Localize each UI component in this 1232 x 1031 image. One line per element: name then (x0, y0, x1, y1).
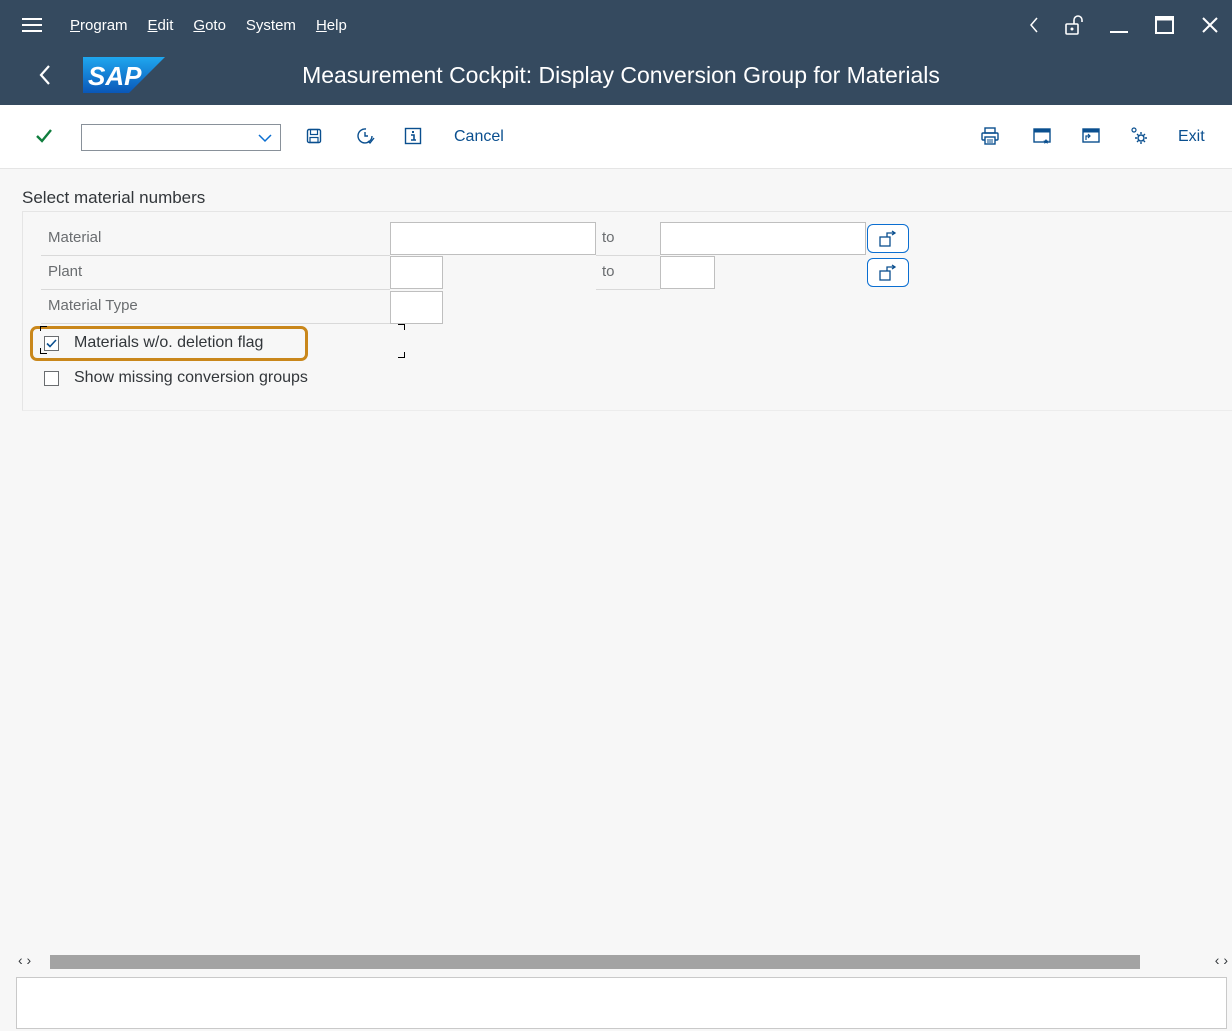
scrollbar-thumb[interactable] (50, 955, 1140, 969)
plant-from-input[interactable] (390, 256, 443, 289)
plant-label-cell: Plant (41, 256, 390, 290)
save-icon[interactable] (303, 125, 325, 147)
checkmark-icon (46, 338, 57, 348)
status-bar (16, 977, 1227, 1029)
section-title: Select material numbers (22, 188, 206, 207)
missing-groups-checkbox[interactable] (44, 370, 59, 386)
material-to-label-cell: to (596, 222, 660, 256)
minimize-icon[interactable] (1108, 14, 1130, 36)
plant-multiple-selection-button[interactable] (867, 258, 909, 287)
page-title: Measurement Cockpit: Display Conversion … (302, 62, 940, 88)
deletion-flag-checkbox[interactable] (44, 335, 59, 351)
info-icon[interactable] (402, 125, 424, 147)
material-to-label: to (602, 229, 615, 246)
chevron-down-icon[interactable] (258, 131, 272, 145)
menu-program[interactable]: Program (70, 17, 128, 34)
exit-button[interactable]: Exit (1178, 124, 1205, 150)
material-type-label-cell: Material Type (41, 290, 390, 324)
title-bar: SAP Measurement Cockpit: Display Convers… (0, 50, 1232, 105)
menu-system[interactable]: System (246, 17, 296, 34)
hamburger-menu-icon[interactable] (22, 14, 42, 36)
new-window-icon[interactable] (1031, 125, 1053, 147)
menu-edit[interactable]: Edit (148, 17, 174, 34)
multiple-selection-icon (879, 229, 897, 247)
chevron-left-icon[interactable] (1028, 16, 1040, 34)
menu-goto[interactable]: Goto (193, 17, 226, 34)
material-label-cell: Material (41, 222, 390, 256)
scroll-left-right-arrows-icon[interactable]: ‹ › (1215, 952, 1228, 968)
focus-corner (40, 326, 47, 331)
deletion-flag-label: Materials w/o. deletion flag (74, 334, 264, 351)
shortcut-icon[interactable] (1080, 125, 1102, 147)
settings-gear-icon[interactable] (1128, 125, 1150, 147)
toolbar: Cancel Exit (0, 105, 1232, 169)
material-label: Material (48, 229, 102, 246)
print-icon[interactable] (979, 125, 1001, 147)
plant-label: Plant (48, 263, 83, 280)
maximize-icon[interactable] (1154, 14, 1176, 36)
missing-groups-label: Show missing conversion groups (74, 369, 308, 386)
focus-corner (398, 324, 405, 330)
get-variant-icon[interactable] (355, 125, 377, 147)
menu-help[interactable]: Help (316, 17, 347, 34)
material-multiple-selection-button[interactable] (867, 224, 909, 253)
horizontal-scrollbar[interactable]: ‹ › ‹ › (16, 952, 1230, 970)
scroll-left-right-arrows-icon[interactable]: ‹ › (18, 952, 31, 968)
plant-to-input[interactable] (660, 256, 715, 289)
plant-to-label-cell: to (596, 256, 660, 290)
command-field[interactable] (81, 124, 281, 151)
material-to-input[interactable] (660, 222, 866, 255)
focus-corner (398, 352, 405, 358)
material-type-input[interactable] (390, 291, 443, 324)
unlock-icon[interactable] (1064, 14, 1084, 36)
close-icon[interactable] (1200, 15, 1220, 35)
missing-groups-checkbox-row[interactable]: Show missing conversion groups (44, 367, 308, 389)
material-type-label: Material Type (48, 297, 138, 314)
enter-check-icon[interactable] (33, 125, 55, 147)
material-from-input[interactable] (390, 222, 596, 255)
deletion-flag-checkbox-row[interactable]: Materials w/o. deletion flag (44, 332, 263, 354)
cancel-button[interactable]: Cancel (454, 124, 504, 150)
multiple-selection-icon (879, 263, 897, 281)
plant-to-label: to (602, 263, 615, 280)
menu-bar: Program Edit Goto System Help (0, 0, 1232, 50)
